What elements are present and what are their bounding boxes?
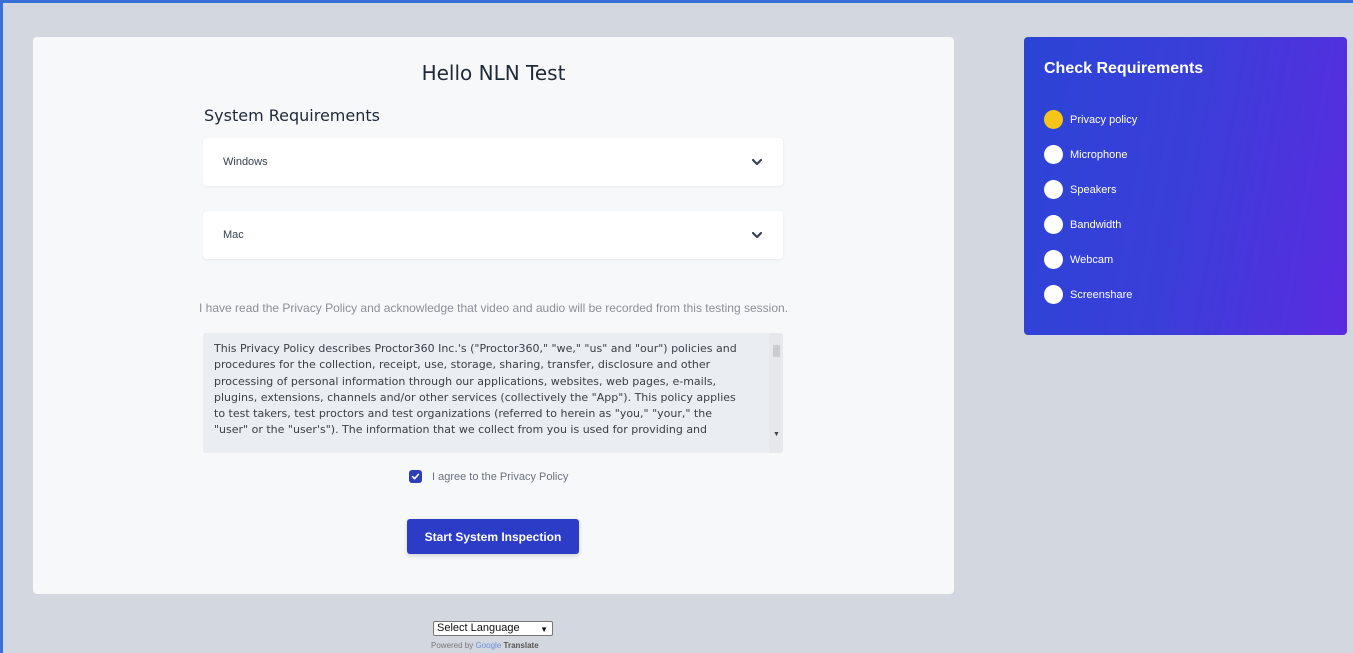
powered-by-google-translate: Powered by Google Translate [431,641,539,650]
privacy-policy-text: This Privacy Policy describes Proctor360… [214,341,762,439]
google-logo: Google [475,641,502,650]
check-icon [411,473,420,480]
policy-scrollbar[interactable]: ▼ [769,333,783,453]
requirement-privacy-policy: Privacy policy [1044,102,1137,137]
section-title: System Requirements [204,106,380,125]
status-dot [1044,145,1063,164]
requirement-bandwidth: Bandwidth [1044,207,1137,242]
language-select-value: Select Language [437,622,520,634]
page-title: Hello NLN Test [421,61,566,85]
accordion-windows[interactable]: Windows [203,138,783,186]
acknowledge-text: I have read the Privacy Policy and ackno… [199,301,788,315]
requirement-screenshare: Screenshare [1044,277,1137,312]
chevron-down-icon: ▼ [540,625,548,634]
policy-line: procedures for the collection, receipt, … [214,358,711,372]
requirement-speakers: Speakers [1044,172,1137,207]
check-requirements-panel: Check Requirements Privacy policy Microp… [1024,37,1347,335]
chevron-down-icon [751,158,763,166]
requirement-label: Screenshare [1070,288,1133,301]
accordion-mac[interactable]: Mac [203,211,783,259]
requirement-microphone: Microphone [1044,137,1137,172]
requirement-label: Webcam [1070,253,1114,266]
policy-line: to test takers, test proctors and test o… [214,407,712,421]
status-dot [1044,180,1063,199]
status-dot-active [1044,110,1063,129]
main-card: Hello NLN Test System Requirements Windo… [33,37,954,594]
requirement-label: Speakers [1070,183,1117,196]
agree-checkbox[interactable] [409,470,422,483]
status-dot [1044,215,1063,234]
translate-link[interactable]: Translate [504,641,539,650]
policy-line: plugins, extensions, channels and/or oth… [214,390,736,404]
accordion-label: Mac [223,229,244,241]
language-select[interactable]: Select Language ▼ [433,621,553,636]
requirement-label: Microphone [1070,148,1128,161]
scroll-thumb[interactable] [773,345,780,357]
status-dot [1044,250,1063,269]
start-system-inspection-button[interactable]: Start System Inspection [407,519,579,554]
powered-by-text: Powered by [431,641,474,650]
accordion-label: Windows [223,156,268,168]
scroll-down-icon[interactable]: ▼ [773,431,780,438]
agree-label: I agree to the Privacy Policy [432,470,569,483]
privacy-policy-box[interactable]: This Privacy Policy describes Proctor360… [203,333,783,453]
requirement-webcam: Webcam [1044,242,1137,277]
agree-row: I agree to the Privacy Policy [409,470,568,483]
policy-line: "user" or the "user's"). The information… [214,423,708,437]
requirement-label: Privacy policy [1070,113,1138,126]
requirement-label: Bandwidth [1070,218,1122,231]
status-dot [1044,285,1063,304]
chevron-down-icon [751,231,763,239]
policy-line: processing of personal information throu… [214,374,717,388]
requirements-list: Privacy policy Microphone Speakers Bandw… [1044,102,1137,312]
policy-line: This Privacy Policy describes Proctor360… [214,342,737,355]
requirements-title: Check Requirements [1044,60,1204,77]
